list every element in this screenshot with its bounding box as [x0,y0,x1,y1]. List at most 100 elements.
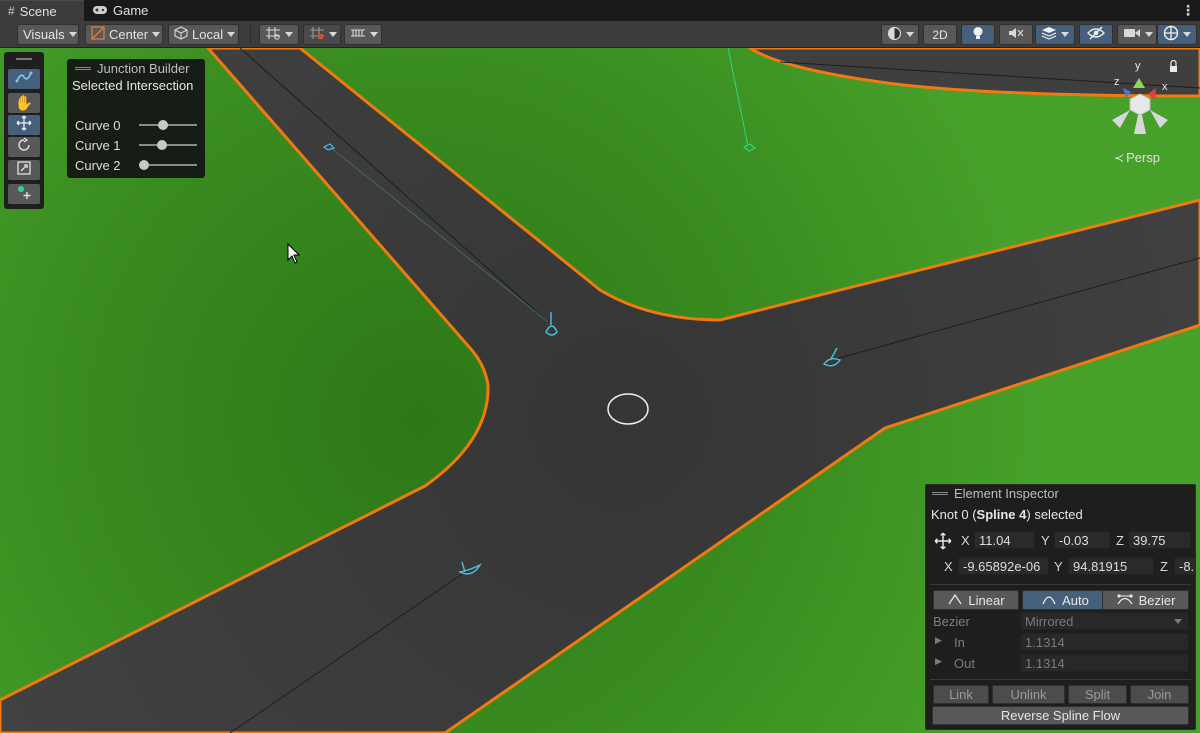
join-button[interactable]: Join [1130,685,1189,704]
shading-mode-dropdown[interactable] [881,24,919,45]
space-local-dropdown[interactable]: Local [168,24,239,45]
axis-gizmo-icon[interactable]: y x z [1098,58,1188,148]
tab-game[interactable]: Game [84,0,154,21]
tab-scene-label: Scene [19,3,57,19]
scale-tool-button[interactable] [8,160,40,180]
layers-icon [1041,26,1057,43]
spline-tool-button[interactable] [8,69,40,89]
rotation-y-field[interactable]: 94.81915 [1068,557,1154,575]
rotation-z-field[interactable]: -8.5 [1174,557,1195,575]
slider-knob[interactable] [139,160,149,170]
curve-1-slider[interactable] [139,139,197,151]
auto-tangent-icon [1041,593,1057,608]
auto-mode-button[interactable]: Auto [1022,590,1108,610]
expand-out-icon: ▶ [935,656,942,666]
more-options-icon[interactable]: ⋮ [1181,0,1195,21]
camera-icon [1123,27,1141,42]
tab-scene[interactable]: # Scene [0,0,84,21]
add-knot-tool-button[interactable] [8,184,40,204]
snap-dropdown[interactable] [259,24,299,45]
orientation-gizmo[interactable]: y x z ≺ Persp [1098,58,1188,173]
visuals-dropdown[interactable]: Visuals [17,24,79,45]
slider-knob[interactable] [157,140,168,150]
lightbulb-icon [972,26,984,44]
2d-toggle-button[interactable]: 2D [923,24,957,45]
chevron-down-icon [906,32,914,37]
bezier-setting-label: Bezier [933,614,970,629]
slider-knob[interactable] [158,120,169,130]
split-button[interactable]: Split [1068,685,1127,704]
element-inspector-panel: Element Inspector Knot 0 (Spline 4) sele… [925,484,1196,730]
perspective-icon: ≺ [1114,150,1125,165]
rotation-x-label: X [944,559,953,574]
speaker-muted-icon [1008,26,1024,43]
snap-icon [265,26,281,43]
selection-suffix: ) selected [1026,507,1083,522]
position-z-label: Z [1116,533,1124,548]
bezier-mode-button[interactable]: Bezier [1102,590,1189,610]
hand-icon: ✋ [14,95,34,112]
grid-icon: # [8,4,15,18]
position-x-label: X [961,533,970,548]
unlink-button[interactable]: Unlink [992,685,1065,704]
gizmos-dropdown[interactable] [1157,24,1197,45]
effects-dropdown[interactable] [1035,24,1075,45]
curve-label: Curve 0 [75,117,121,133]
drag-grip-icon[interactable] [16,58,32,60]
gizmo-globe-icon [1163,25,1179,44]
junction-builder-header[interactable]: Junction Builder [75,61,190,76]
projection-toggle[interactable]: ≺ Persp [1114,150,1160,165]
expand-in-icon: ▶ [935,635,942,645]
reverse-spline-flow-button[interactable]: Reverse Spline Flow [932,706,1189,725]
in-label: In [954,635,965,650]
move-tool-button[interactable] [8,115,40,135]
rotation-y-label: Y [1054,559,1063,574]
selection-status: Knot 0 (Spline 4) selected [931,507,1083,522]
link-button[interactable]: Link [933,685,989,704]
axis-z-label: z [1114,76,1120,88]
chevron-down-icon [370,32,378,37]
2d-label: 2D [932,27,948,42]
linear-mode-button[interactable]: Linear [933,590,1019,610]
eye-slash-icon [1087,26,1105,43]
bezier-type-value: Mirrored [1025,614,1074,629]
linear-tangent-icon [947,593,963,608]
junction-builder-title: Junction Builder [97,61,190,76]
space-label: Local [192,27,224,42]
chevron-down-icon [68,32,77,37]
bezier-label: Bezier [1138,592,1176,608]
divider [930,584,1191,585]
curve-label: Curve 1 [75,137,121,153]
rotate-icon [16,137,32,157]
drag-grip-icon [75,67,91,70]
camera-dropdown[interactable] [1117,24,1157,45]
element-inspector-header[interactable]: Element Inspector [932,486,1059,501]
grid-snap-dropdown[interactable] [303,24,341,45]
curve-2-slider[interactable] [139,159,197,171]
selection-prefix: Knot 0 ( [931,507,977,522]
curve-0-slider[interactable] [139,119,197,131]
position-x-field[interactable]: 11.04 [974,531,1035,549]
pivot-center-dropdown[interactable]: Center [85,24,163,45]
position-z-field[interactable]: 39.75 [1128,531,1191,549]
lighting-toggle-button[interactable] [961,24,995,45]
out-label: Out [954,656,975,671]
axis-y-label: y [1135,60,1141,72]
curve-row-1: Curve 1 [75,136,200,154]
chevron-down-icon [1174,619,1182,624]
divider [930,679,1191,680]
junction-builder-subtitle: Selected Intersection [72,78,194,93]
tool-palette: ✋ [4,52,44,209]
increment-snap-dropdown[interactable] [344,24,382,45]
grid-snap-icon [309,26,325,43]
linear-label: Linear [968,592,1005,608]
chevron-down-icon [1183,32,1191,37]
shading-sphere-icon [887,26,902,44]
hidden-objects-toggle-button[interactable] [1079,24,1113,45]
hand-tool-button[interactable]: ✋ [8,93,40,113]
audio-toggle-button[interactable] [999,24,1033,45]
rotate-tool-button[interactable] [8,137,40,157]
move-icon [16,115,32,135]
position-y-field[interactable]: -0.03 [1054,531,1110,549]
rotation-x-field[interactable]: -9.65892e-06 [958,557,1049,575]
